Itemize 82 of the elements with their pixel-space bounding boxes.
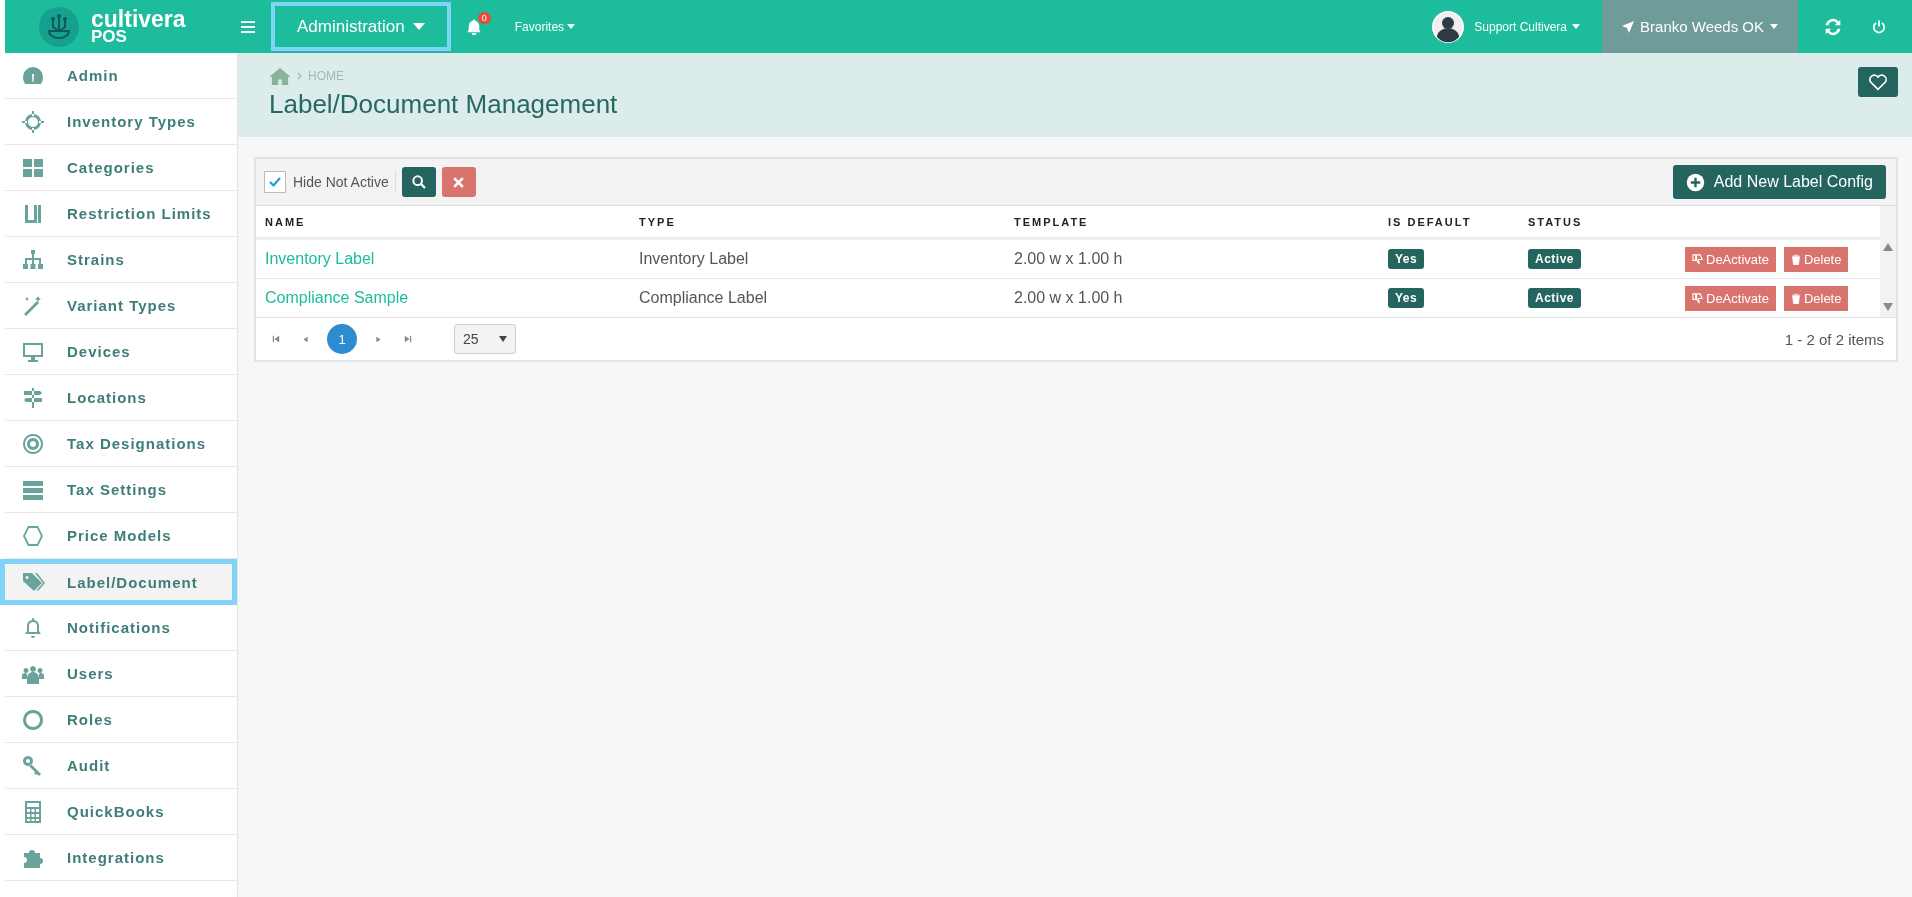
thumbs-down-icon [1692, 253, 1703, 265]
power-icon[interactable] [1872, 19, 1886, 34]
sidebar-item[interactable]: Devices [5, 329, 237, 375]
checkmark-icon [269, 177, 281, 187]
favorites-dropdown[interactable]: Favorites [508, 18, 582, 35]
sidebar-item[interactable]: Tax Settings [5, 467, 237, 513]
location-dropdown[interactable]: Branko Weeds OK [1602, 0, 1798, 53]
trash-icon [1790, 292, 1801, 304]
sidebar-item[interactable]: Categories [5, 145, 237, 191]
next-page-icon[interactable] [375, 335, 382, 343]
scrollbar[interactable] [1880, 206, 1896, 317]
status-badge: Active [1528, 249, 1582, 269]
column-header[interactable]: TYPE [630, 215, 1005, 228]
sidebar-item[interactable]: Notifications [5, 605, 237, 651]
sidebar-item[interactable]: QuickBooks [5, 789, 237, 835]
label-name-link[interactable]: Compliance Sample [265, 289, 409, 307]
deactivate-button[interactable]: DeActivate [1685, 285, 1776, 311]
first-page-icon[interactable] [272, 335, 280, 343]
close-icon [452, 175, 466, 189]
page-title: Label/Document Management [269, 89, 619, 120]
delete-button[interactable]: Delete [1783, 246, 1849, 272]
page-size-dropdown[interactable]: 25 [454, 324, 516, 354]
sidebar-item[interactable]: Variant Types [5, 283, 237, 329]
add-label-config-button[interactable]: Add New Label Config [1672, 165, 1886, 199]
page-button[interactable]: 1 [327, 324, 357, 354]
sidebar-item[interactable]: Audit [5, 743, 237, 789]
sidebar-item[interactable]: Inventory Types [5, 99, 237, 145]
avatar-icon[interactable] [1432, 10, 1465, 43]
checkbox[interactable] [264, 171, 286, 193]
thumbs-down-icon [1692, 292, 1703, 304]
module-dropdown[interactable]: Administration [271, 2, 451, 51]
default-badge: Yes [1388, 288, 1425, 308]
plant-logo-icon [39, 6, 79, 47]
logo-subtitle: POS [91, 29, 128, 45]
sidebar-item[interactable]: Restriction Limits [5, 191, 237, 237]
trash-icon [1790, 253, 1801, 265]
hexagon-icon [21, 523, 45, 548]
table-cell: 2.00 w x 1.00 h [1014, 289, 1123, 307]
sidebar-item[interactable]: Tax Designations [5, 421, 237, 467]
table-cell: 2.00 w x 1.00 h [1014, 250, 1123, 268]
sidebar-item[interactable]: Users [5, 651, 237, 697]
signpost-icon [21, 385, 45, 410]
deactivate-button[interactable]: DeActivate [1685, 246, 1776, 272]
column-header[interactable]: STATUS [1519, 215, 1659, 228]
table-cell: Compliance Label [639, 289, 768, 307]
scroll-up-icon[interactable] [1883, 243, 1893, 251]
column-header[interactable]: TEMPLATE [1005, 215, 1379, 228]
sitemap-icon [21, 247, 45, 272]
sidebar-item[interactable]: Label/Document [0, 559, 237, 605]
search-button[interactable] [401, 167, 436, 197]
sidebar-item[interactable]: Strains [5, 237, 237, 283]
search-icon [410, 174, 427, 190]
sidebar-item[interactable]: Integrations [5, 835, 237, 881]
tags-icon [21, 570, 45, 594]
delete-button[interactable]: Delete [1783, 285, 1849, 311]
status-badge: Active [1528, 288, 1582, 308]
previous-page-icon[interactable] [302, 335, 309, 343]
checkbox-label: Hide Not Active [293, 174, 389, 190]
table-cell: Inventory Label [639, 250, 749, 268]
column-header[interactable]: NAME [256, 215, 630, 228]
target-icon [21, 431, 45, 456]
user-dropdown[interactable]: Support Cultivera [1468, 18, 1587, 35]
sidebar-item[interactable]: Admin [5, 53, 237, 99]
last-page-icon[interactable] [404, 335, 412, 343]
crosshair-icon [21, 109, 45, 134]
heart-icon [1868, 73, 1888, 91]
label-name-link[interactable]: Inventory Label [265, 250, 375, 268]
menu-icon[interactable] [241, 20, 255, 33]
plus-circle-icon [1685, 172, 1705, 192]
column-header[interactable]: IS DEFAULT [1379, 215, 1519, 228]
default-badge: Yes [1388, 249, 1425, 269]
sidebar-item[interactable]: Roles [5, 697, 237, 743]
sidebar-item[interactable]: Locations [5, 375, 237, 421]
clear-button[interactable] [441, 167, 476, 197]
home-icon[interactable] [269, 67, 291, 85]
chevron-right-icon [297, 72, 302, 80]
pager-summary: 1 - 2 of 2 items [1784, 330, 1884, 348]
notification-count: 0 [477, 11, 491, 24]
scroll-down-icon[interactable] [1883, 303, 1893, 311]
favorite-button[interactable] [1858, 67, 1898, 97]
logo-wordmark: cultivera [91, 8, 186, 30]
location-arrow-icon [1622, 20, 1635, 33]
